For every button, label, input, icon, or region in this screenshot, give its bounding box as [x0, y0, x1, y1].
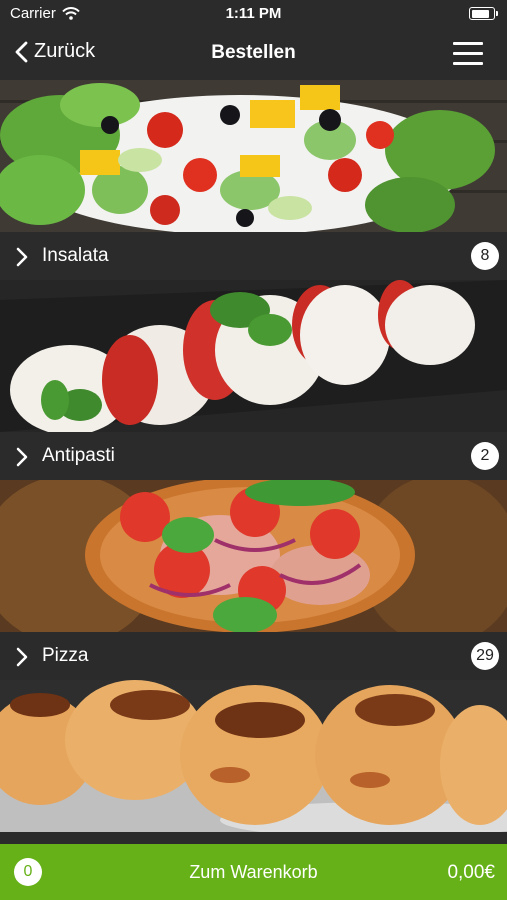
category-label: Pizza [42, 645, 89, 666]
cart-button-label: Zum Warenkorb [189, 862, 318, 882]
category-label: Insalata [42, 245, 109, 266]
category-bar: Antipasti 2 [0, 432, 507, 480]
category-bar: Insalata 8 [0, 232, 507, 280]
category-count-badge: 29 [471, 642, 499, 670]
page-title: Bestellen [211, 42, 296, 63]
category-next[interactable] [0, 680, 507, 844]
category-pizza[interactable]: Pizza 29 [0, 480, 507, 680]
chevron-right-icon [16, 447, 28, 467]
pizza-image [0, 480, 507, 632]
salad-image [0, 80, 507, 232]
category-count-badge: 2 [471, 442, 499, 470]
chevron-right-icon [16, 647, 28, 667]
nav-bar: Zurück Bestellen [0, 28, 507, 80]
category-count-badge: 8 [471, 242, 499, 270]
battery-icon [469, 7, 498, 20]
category-label: Antipasti [42, 445, 115, 466]
status-time: 1:11 PM [225, 5, 282, 22]
pastry-image [0, 680, 507, 832]
category-bar: Pizza 29 [0, 632, 507, 680]
cart-bar[interactable]: 0 Zum Warenkorb 0,00€ [0, 844, 507, 900]
menu-icon[interactable] [453, 42, 483, 65]
chevron-right-icon [16, 247, 28, 267]
category-insalata[interactable]: Insalata 8 [0, 80, 507, 280]
category-antipasti[interactable]: Antipasti 2 [0, 280, 507, 480]
battery-level [471, 9, 489, 18]
caprese-image [0, 280, 507, 432]
cart-total: 0,00€ [447, 862, 495, 883]
status-bar: Carrier 1:11 PM [0, 0, 507, 28]
